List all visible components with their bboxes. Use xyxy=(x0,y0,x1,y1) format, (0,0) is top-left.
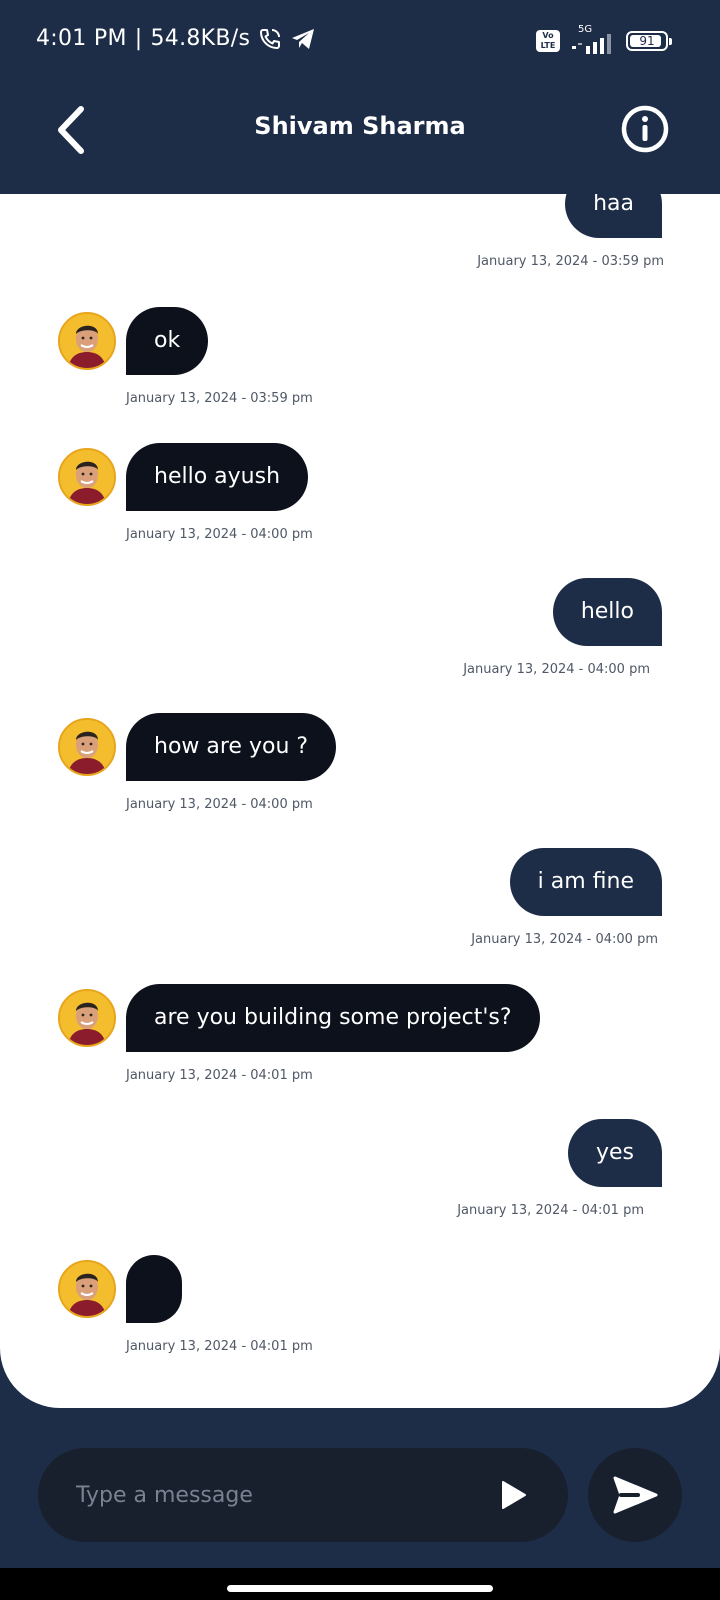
message-timestamp: January 13, 2024 - 03:59 pm xyxy=(126,391,313,406)
received-message-bubble[interactable]: how are you ? xyxy=(126,713,337,781)
battery-nub xyxy=(669,38,672,45)
message-input[interactable] xyxy=(76,1470,466,1520)
send-button[interactable] xyxy=(588,1448,682,1542)
sent-message-bubble[interactable]: haa xyxy=(565,194,662,238)
avatar[interactable] xyxy=(58,718,116,776)
message-timestamp: January 13, 2024 - 03:59 pm xyxy=(477,254,664,269)
avatar[interactable] xyxy=(58,312,116,370)
home-indicator[interactable] xyxy=(227,1585,493,1592)
system-navigation-bar xyxy=(0,1568,720,1600)
message-timestamp: January 13, 2024 - 04:00 pm xyxy=(126,527,313,542)
telegram-icon xyxy=(290,27,316,51)
message-timestamp: January 13, 2024 - 04:01 pm xyxy=(457,1203,644,1218)
info-icon xyxy=(621,105,669,153)
status-separator: | xyxy=(134,26,143,51)
avatar[interactable] xyxy=(58,448,116,506)
received-message-bubble[interactable]: hello ayush xyxy=(126,443,309,511)
sent-message-bubble[interactable]: i am fine xyxy=(509,848,662,916)
sent-message-bubble[interactable]: yes xyxy=(567,1119,662,1187)
send-icon xyxy=(613,1476,658,1514)
received-message-bubble[interactable]: ok xyxy=(126,307,209,375)
avatar[interactable] xyxy=(58,1260,116,1318)
message-timestamp: January 13, 2024 - 04:01 pm xyxy=(126,1068,313,1083)
status-bar: 4:01 PM | 54.8KB/s Vo LTE 5G 91 xyxy=(0,0,720,84)
play-button[interactable] xyxy=(492,1475,532,1515)
message-timestamp: January 13, 2024 - 04:00 pm xyxy=(471,932,658,947)
play-icon xyxy=(502,1481,526,1509)
status-speed: 54.8KB/s xyxy=(150,26,251,51)
chat-header: Shivam Sharma xyxy=(0,84,720,194)
volte-badge: Vo LTE xyxy=(536,30,560,52)
received-message-bubble[interactable] xyxy=(126,1255,182,1323)
message-composer xyxy=(38,1448,568,1542)
status-time: 4:01 PM xyxy=(36,26,127,51)
avatar[interactable] xyxy=(58,989,116,1047)
message-timestamp: January 13, 2024 - 04:00 pm xyxy=(126,797,313,812)
volte-label: Vo LTE xyxy=(540,31,556,50)
battery-level: 91 xyxy=(639,34,655,48)
message-timestamp: January 13, 2024 - 04:00 pm xyxy=(463,662,650,677)
contact-name[interactable]: Shivam Sharma xyxy=(0,112,720,140)
status-right: Vo LTE 5G 91 xyxy=(536,24,672,54)
signal-strength-icon: 5G xyxy=(570,24,616,54)
received-message-bubble[interactable]: are you building some project's? xyxy=(126,984,540,1052)
battery-icon: 91 xyxy=(626,31,672,51)
message-list[interactable]: haa January 13, 2024 - 03:59 pm ok January … xyxy=(0,194,720,1408)
message-timestamp: January 13, 2024 - 04:01 pm xyxy=(126,1339,313,1354)
sent-message-bubble[interactable]: hello xyxy=(552,578,662,646)
status-left: 4:01 PM | 54.8KB/s xyxy=(36,26,316,51)
phone-call-icon xyxy=(258,27,282,51)
info-button[interactable] xyxy=(620,104,670,154)
